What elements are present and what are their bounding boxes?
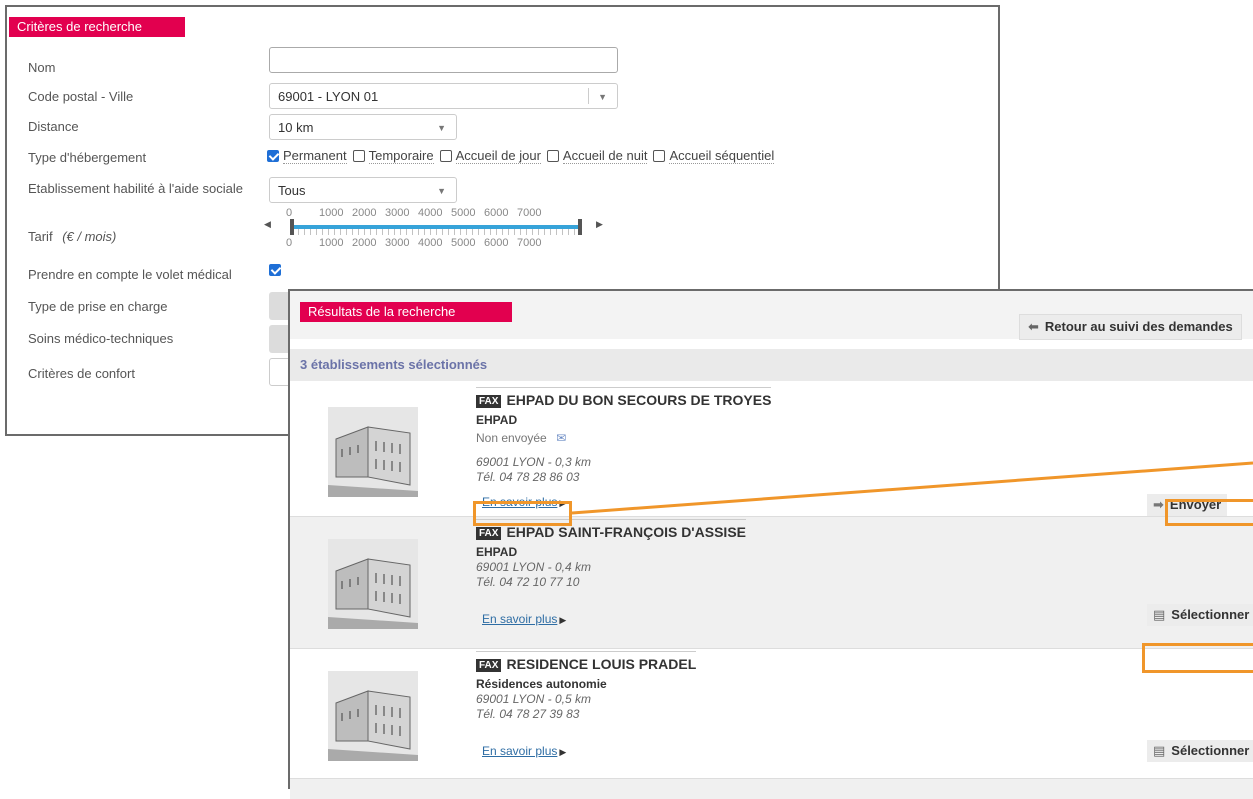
confort-label: Critères de confort	[28, 366, 135, 381]
document-add-icon: ▤	[1153, 743, 1166, 758]
chevron-down-icon: ▼	[437, 186, 446, 196]
checkbox-icon[interactable]	[439, 150, 452, 162]
slider-ruler	[292, 229, 580, 235]
document-add-icon: ▤	[1153, 607, 1166, 622]
option-accueil-sequentiel[interactable]: Accueil séquentiel	[653, 148, 775, 164]
slider-min-handle[interactable]	[290, 219, 294, 235]
distance-label: Distance	[28, 119, 79, 134]
result-card: FAX EHPAD DU BON SECOURS DE TROYES EHPAD …	[290, 385, 1253, 517]
highlight-select-button	[1142, 643, 1253, 673]
slider-max-handle[interactable]	[578, 219, 582, 235]
results-count: 3 établissements sélectionnés	[290, 349, 1253, 381]
results-title: Résultats de la recherche	[300, 302, 512, 322]
status-text: Non envoyée ✉	[476, 431, 567, 445]
highlight-more-info	[473, 501, 572, 526]
option-accueil-jour[interactable]: Accueil de jour	[439, 148, 541, 164]
aide-sociale-label: Etablissement habilité à l'aide sociale	[28, 181, 243, 196]
volet-medical-checkbox[interactable]	[269, 264, 281, 276]
next-card-edge	[290, 779, 1253, 799]
volet-medical-label: Prendre en compte le volet médical	[28, 267, 232, 282]
fax-badge: FAX	[476, 395, 502, 408]
establishment-type: Résidences autonomie	[476, 677, 607, 691]
result-card: FAX RESIDENCE LOUIS PRADEL Résidences aut…	[290, 649, 1253, 779]
prise-en-charge-label: Type de prise en charge	[28, 299, 168, 314]
nom-input[interactable]	[269, 47, 618, 73]
back-to-requests-button[interactable]: ⬅ Retour au suivi des demandes	[1019, 314, 1242, 340]
establishment-type: EHPAD	[476, 545, 518, 559]
tarif-ticks-top: 0 1000 2000 3000 4000 5000 6000 7000	[286, 207, 542, 219]
establishment-name: FAX RESIDENCE LOUIS PRADEL	[476, 651, 697, 672]
highlight-send-button	[1165, 499, 1253, 526]
arrow-left-icon: ⬅	[1028, 319, 1039, 334]
type-hebergement-label: Type d'hébergement	[28, 150, 147, 165]
tarif-ticks-bottom: 0 1000 2000 3000 4000 5000 6000 7000	[286, 237, 542, 249]
building-thumbnail	[328, 407, 418, 497]
checkbox-icon[interactable]	[546, 150, 559, 162]
option-accueil-nuit[interactable]: Accueil de nuit	[546, 148, 648, 164]
checkbox-checked-icon[interactable]	[267, 150, 279, 162]
code-postal-select[interactable]: 69001 - LYON 01 ▼	[269, 83, 618, 109]
establishment-type: EHPAD	[476, 413, 518, 427]
building-thumbnail	[328, 539, 418, 629]
select-button[interactable]: ▤ Sélectionner	[1147, 740, 1253, 762]
select-button[interactable]: ▤ Sélectionner	[1147, 604, 1253, 626]
caret-right-icon: ▶	[559, 615, 567, 625]
nom-label: Nom	[28, 60, 56, 75]
fax-badge: FAX	[476, 659, 502, 672]
building-thumbnail	[328, 671, 418, 761]
slider-right-arrow-icon[interactable]: ▶	[596, 219, 603, 230]
envelope-pen-icon: ✉	[556, 431, 567, 445]
establishment-address: 69001 LYON - 0,3 km Tél. 04 78 28 86 03	[476, 455, 591, 484]
code-postal-label: Code postal - Ville	[28, 89, 134, 104]
establishment-name: FAX EHPAD DU BON SECOURS DE TROYES	[476, 387, 772, 408]
tarif-slider[interactable]: 0 1000 2000 3000 4000 5000 6000 7000 ◀ ▶ 0 1000 2…	[264, 207, 609, 252]
fax-badge: FAX	[476, 527, 502, 540]
more-info-link[interactable]: En savoir plus ▶	[482, 612, 566, 626]
establishment-address: 69001 LYON - 0,4 km Tél. 04 72 10 77 10	[476, 560, 591, 589]
search-results-panel: Résultats de la recherche ⬅ Retour au sui…	[288, 289, 1253, 799]
chevron-down-icon: ▼	[437, 123, 446, 133]
soins-label: Soins médico-techniques	[28, 331, 174, 346]
aide-sociale-value: Tous	[278, 183, 306, 198]
aide-sociale-select[interactable]: Tous ▼	[269, 177, 457, 203]
slider-left-arrow-icon[interactable]: ◀	[264, 219, 271, 230]
type-hebergement-options: Permanent Temporaire Accueil de jour Acc…	[267, 148, 780, 164]
more-info-link[interactable]: En savoir plus ▶	[482, 744, 566, 758]
checkbox-icon[interactable]	[653, 150, 666, 162]
tarif-label: Tarif (€ / mois)	[28, 229, 117, 244]
option-temporaire[interactable]: Temporaire	[352, 148, 434, 164]
chevron-down-icon: ▼	[598, 92, 607, 102]
distance-select[interactable]: 10 km ▼	[269, 114, 457, 140]
establishment-address: 69001 LYON - 0,5 km Tél. 04 78 27 39 83	[476, 692, 591, 721]
criteria-title: Critères de recherche	[9, 17, 185, 37]
checkbox-icon[interactable]	[352, 150, 365, 162]
caret-right-icon: ▶	[559, 747, 567, 757]
option-permanent[interactable]: Permanent	[267, 148, 347, 164]
distance-value: 10 km	[278, 120, 314, 135]
result-card: FAX EHPAD SAINT-FRANÇOIS D'ASSISE EHPAD 6…	[290, 517, 1253, 649]
arrow-right-icon: ➡	[1153, 497, 1164, 512]
code-postal-value: 69001 - LYON 01	[278, 89, 379, 104]
